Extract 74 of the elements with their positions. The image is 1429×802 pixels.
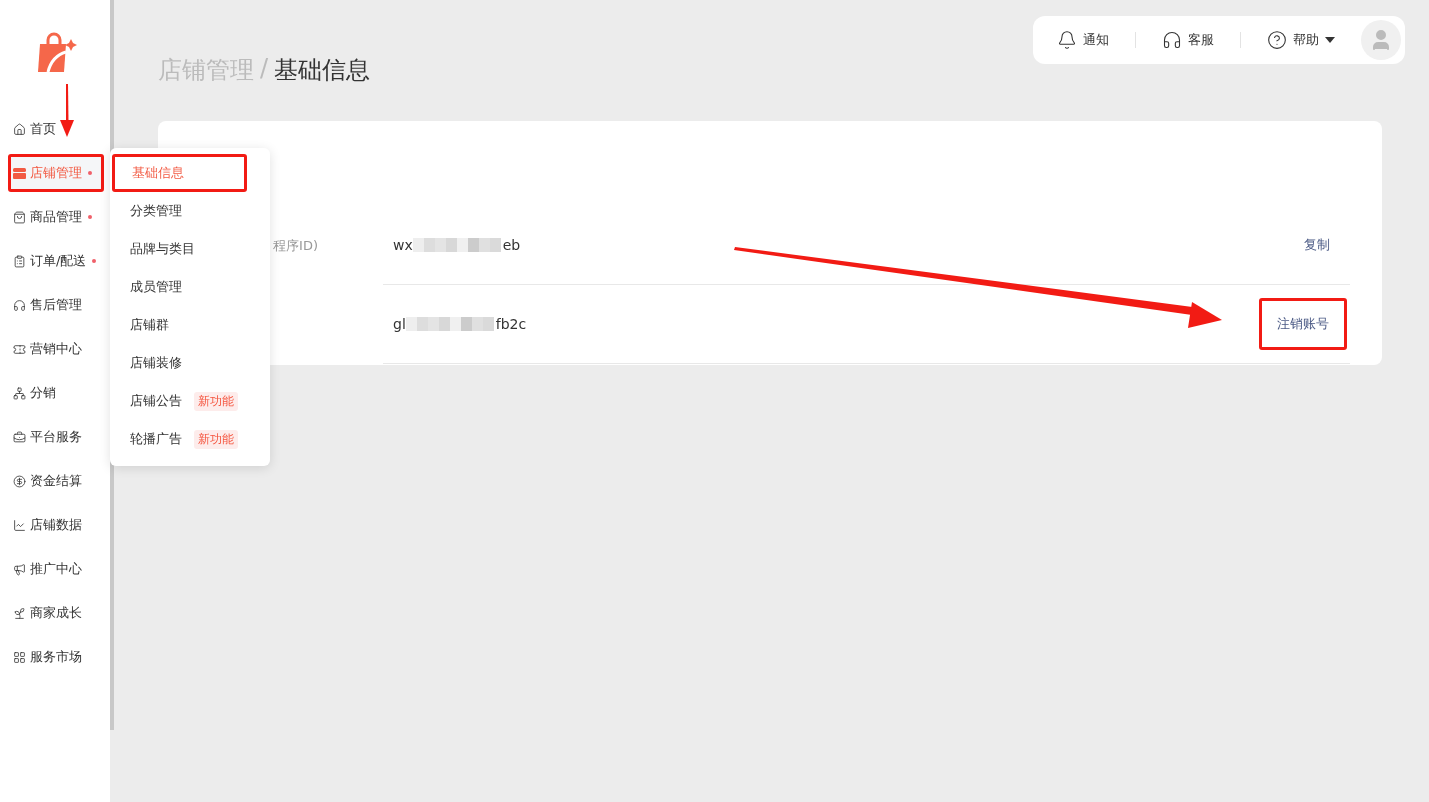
new-feature-badge: 新功能 — [194, 391, 238, 411]
briefcase-icon — [13, 430, 26, 444]
sidebar-item-label: 分销 — [30, 384, 56, 402]
breadcrumb-item: / — [260, 54, 269, 84]
sidebar-item-label: 首页 — [30, 120, 56, 138]
action-link[interactable]: 注销账号 — [1259, 298, 1347, 350]
ticket-icon — [13, 342, 26, 356]
top-bar-label: 帮助 — [1293, 31, 1319, 49]
sidebar-item-label: 商品管理 — [30, 208, 82, 226]
action-link[interactable]: 复制 — [1304, 236, 1330, 254]
sidebar-item[interactable]: 推广中心 — [8, 550, 104, 588]
new-feature-badge: 新功能 — [194, 429, 238, 449]
sidebar-item[interactable]: 资金结算 — [8, 462, 104, 500]
submenu-item[interactable]: 成员管理 — [110, 268, 270, 306]
breadcrumb-item: 基础信息 — [274, 55, 371, 86]
sidebar-item[interactable]: 分销 — [8, 374, 104, 412]
top-bar-label: 客服 — [1188, 31, 1214, 49]
grid-icon — [13, 650, 26, 664]
top-bar-label: 通知 — [1083, 31, 1109, 49]
sidebar-item[interactable]: 营销中心 — [8, 330, 104, 368]
submenu-item[interactable]: 分类管理 — [110, 192, 270, 230]
submenu-item[interactable]: 轮播广告 新功能 — [110, 420, 270, 458]
submenu-item-label: 店铺公告 — [130, 392, 182, 410]
submenu-item-label: 成员管理 — [130, 278, 182, 296]
bag-icon — [13, 210, 26, 224]
submenu-item-label: 品牌与类目 — [130, 240, 195, 258]
home-icon — [13, 122, 26, 136]
field-value: fb2c — [495, 316, 527, 332]
sidebar-item-label: 服务市场 — [30, 648, 82, 666]
megaphone-icon — [13, 562, 26, 576]
field-value: gl — [393, 316, 406, 332]
top-bar-button[interactable]: 客服 — [1154, 30, 1222, 50]
submenu-item[interactable]: 品牌与类目 — [110, 230, 270, 268]
sidebar-item-label: 营销中心 — [30, 340, 82, 358]
sidebar-item[interactable]: 服务市场 — [8, 638, 104, 676]
headset-icon — [1162, 30, 1182, 50]
sidebar-item[interactable]: 售后管理 — [8, 286, 104, 324]
store-icon — [13, 167, 26, 179]
sidebar-item-label: 订单/配送 — [30, 252, 87, 270]
submenu-item-label: 店铺群 — [130, 316, 169, 334]
top-bar-button[interactable]: 帮助 — [1259, 30, 1343, 50]
sidebar-item-label: 售后管理 — [30, 296, 82, 314]
clipboard-icon — [13, 254, 26, 268]
top-bar-button[interactable]: 通知 — [1049, 30, 1117, 50]
submenu-item[interactable]: 店铺公告 新功能 — [110, 382, 270, 420]
sidebar-item[interactable]: 商家成长 — [8, 594, 104, 632]
submenu-item-label: 分类管理 — [130, 202, 182, 220]
submenu-item-label: 基础信息 — [132, 164, 184, 182]
sidebar-item-label: 平台服务 — [30, 428, 82, 446]
sidebar-item[interactable]: 首页 — [8, 110, 104, 148]
sidebar-item[interactable]: 店铺数据 — [8, 506, 104, 544]
submenu-item[interactable]: 店铺装修 — [110, 344, 270, 382]
annotation-arrow — [60, 84, 74, 137]
submenu-item-label: 轮播广告 — [130, 430, 182, 448]
sidebar-item-label: 店铺管理 — [30, 164, 82, 182]
bell-icon — [1057, 30, 1077, 50]
sidebar-item-label: 商家成长 — [30, 604, 82, 622]
sidebar-item-label: 资金结算 — [30, 472, 82, 490]
sidebar-item[interactable]: 平台服务 — [8, 418, 104, 456]
field-label: 程序ID) — [273, 236, 318, 255]
submenu-item-label: 店铺装修 — [130, 354, 182, 372]
help-icon — [1267, 30, 1287, 50]
field-value: eb — [502, 237, 521, 253]
sidebar-item-label: 推广中心 — [30, 560, 82, 578]
sidebar-item[interactable]: 商品管理 — [8, 198, 104, 236]
caret-down-icon — [1325, 37, 1335, 43]
sidebar-item-label: 店铺数据 — [30, 516, 82, 534]
network-icon — [13, 386, 26, 400]
chart-icon — [13, 518, 26, 532]
sidebar-item[interactable]: 订单/配送 — [8, 242, 104, 280]
field-value: wx — [393, 237, 413, 253]
submenu-item[interactable]: 店铺群 — [110, 306, 270, 344]
sprout-icon — [13, 606, 26, 620]
headset-icon — [13, 298, 26, 312]
